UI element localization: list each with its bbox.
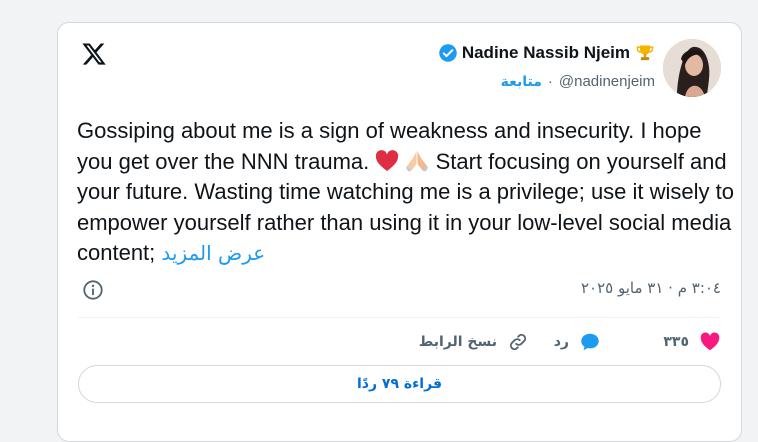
- embedded-tweet-card[interactable]: Nadine Nassib Njeim متابعة · @nadinenjei…: [57, 22, 742, 442]
- copy-link-button[interactable]: نسخ الرابط: [419, 328, 529, 356]
- tweet-text: Gossiping about me is a sign of weakness…: [77, 116, 737, 269]
- author-display-name[interactable]: Nadine Nassib Njeim: [462, 43, 630, 63]
- folded-hands-icon: [406, 150, 429, 171]
- avatar[interactable]: [663, 39, 721, 97]
- verified-badge-icon: [439, 44, 457, 62]
- author-handle[interactable]: @nadinenjeim: [559, 73, 655, 90]
- reply-button[interactable]: رد: [554, 328, 601, 356]
- info-icon[interactable]: [82, 279, 104, 301]
- tweet-timestamp[interactable]: ٣:٠٤ م · ٣١ مايو ٢٠٢٥: [581, 279, 721, 297]
- reply-label: رد: [553, 334, 569, 350]
- like-button[interactable]: ٣٣٥: [663, 328, 721, 356]
- author-handle-row: متابعة · @nadinenjeim: [501, 73, 655, 90]
- follow-link[interactable]: متابعة: [501, 74, 542, 90]
- speech-bubble-icon: [581, 333, 599, 351]
- read-replies-button[interactable]: قراءة ٧٩ ردًا: [78, 365, 721, 403]
- separator-dot: ·: [547, 73, 553, 90]
- author-name-row[interactable]: Nadine Nassib Njeim: [438, 43, 655, 63]
- copy-link-label: نسخ الرابط: [418, 334, 497, 350]
- like-count: ٣٣٥: [663, 334, 689, 350]
- x-logo-icon[interactable]: [80, 41, 108, 67]
- red-heart-icon: [376, 149, 399, 171]
- link-icon: [509, 333, 527, 351]
- divider: [78, 317, 721, 318]
- read-more-link[interactable]: عرض المزيد: [161, 241, 265, 265]
- trophy-icon: [636, 45, 654, 61]
- profile-photo-icon: [663, 39, 721, 97]
- heart-icon: [700, 332, 720, 351]
